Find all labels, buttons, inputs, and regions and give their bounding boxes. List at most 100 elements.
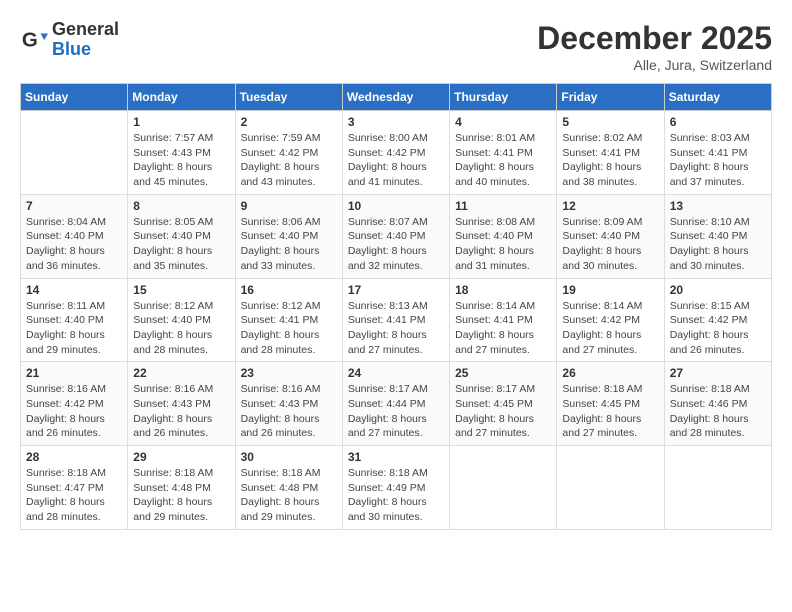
calendar-cell: 4 Sunrise: 8:01 AMSunset: 4:41 PMDayligh… (450, 111, 557, 195)
calendar-cell: 15 Sunrise: 8:12 AMSunset: 4:40 PMDaylig… (128, 278, 235, 362)
day-info: Sunrise: 8:18 AMSunset: 4:49 PMDaylight:… (348, 466, 444, 525)
day-number: 28 (26, 450, 122, 464)
calendar-cell: 13 Sunrise: 8:10 AMSunset: 4:40 PMDaylig… (664, 194, 771, 278)
day-info: Sunrise: 8:17 AMSunset: 4:45 PMDaylight:… (455, 382, 551, 441)
day-number: 17 (348, 283, 444, 297)
title-area: December 2025 Alle, Jura, Switzerland (537, 20, 772, 73)
day-number: 11 (455, 199, 551, 213)
day-info: Sunrise: 8:12 AMSunset: 4:40 PMDaylight:… (133, 299, 229, 358)
day-info: Sunrise: 8:16 AMSunset: 4:42 PMDaylight:… (26, 382, 122, 441)
day-info: Sunrise: 8:01 AMSunset: 4:41 PMDaylight:… (455, 131, 551, 190)
weekday-header: Tuesday (235, 84, 342, 111)
calendar-week-row: 14 Sunrise: 8:11 AMSunset: 4:40 PMDaylig… (21, 278, 772, 362)
day-number: 19 (562, 283, 658, 297)
calendar-cell: 8 Sunrise: 8:05 AMSunset: 4:40 PMDayligh… (128, 194, 235, 278)
day-number: 1 (133, 115, 229, 129)
calendar-cell: 23 Sunrise: 8:16 AMSunset: 4:43 PMDaylig… (235, 362, 342, 446)
day-number: 29 (133, 450, 229, 464)
calendar-cell: 31 Sunrise: 8:18 AMSunset: 4:49 PMDaylig… (342, 446, 449, 530)
day-number: 26 (562, 366, 658, 380)
calendar-cell: 22 Sunrise: 8:16 AMSunset: 4:43 PMDaylig… (128, 362, 235, 446)
day-info: Sunrise: 8:05 AMSunset: 4:40 PMDaylight:… (133, 215, 229, 274)
day-number: 27 (670, 366, 766, 380)
calendar-cell: 21 Sunrise: 8:16 AMSunset: 4:42 PMDaylig… (21, 362, 128, 446)
logo-icon: G (20, 26, 48, 54)
day-info: Sunrise: 8:16 AMSunset: 4:43 PMDaylight:… (241, 382, 337, 441)
day-info: Sunrise: 8:06 AMSunset: 4:40 PMDaylight:… (241, 215, 337, 274)
calendar-week-row: 7 Sunrise: 8:04 AMSunset: 4:40 PMDayligh… (21, 194, 772, 278)
day-number: 6 (670, 115, 766, 129)
day-number: 16 (241, 283, 337, 297)
calendar-cell: 28 Sunrise: 8:18 AMSunset: 4:47 PMDaylig… (21, 446, 128, 530)
day-info: Sunrise: 7:57 AMSunset: 4:43 PMDaylight:… (133, 131, 229, 190)
weekday-header: Saturday (664, 84, 771, 111)
calendar-cell: 2 Sunrise: 7:59 AMSunset: 4:42 PMDayligh… (235, 111, 342, 195)
calendar-cell (21, 111, 128, 195)
calendar-cell (557, 446, 664, 530)
day-info: Sunrise: 8:16 AMSunset: 4:43 PMDaylight:… (133, 382, 229, 441)
calendar-week-row: 1 Sunrise: 7:57 AMSunset: 4:43 PMDayligh… (21, 111, 772, 195)
logo: G General Blue (20, 20, 119, 60)
day-info: Sunrise: 8:00 AMSunset: 4:42 PMDaylight:… (348, 131, 444, 190)
calendar-cell: 6 Sunrise: 8:03 AMSunset: 4:41 PMDayligh… (664, 111, 771, 195)
calendar-cell: 14 Sunrise: 8:11 AMSunset: 4:40 PMDaylig… (21, 278, 128, 362)
day-number: 3 (348, 115, 444, 129)
day-info: Sunrise: 8:02 AMSunset: 4:41 PMDaylight:… (562, 131, 658, 190)
day-number: 9 (241, 199, 337, 213)
day-number: 7 (26, 199, 122, 213)
day-info: Sunrise: 8:10 AMSunset: 4:40 PMDaylight:… (670, 215, 766, 274)
day-info: Sunrise: 8:13 AMSunset: 4:41 PMDaylight:… (348, 299, 444, 358)
calendar-cell: 27 Sunrise: 8:18 AMSunset: 4:46 PMDaylig… (664, 362, 771, 446)
calendar-cell: 9 Sunrise: 8:06 AMSunset: 4:40 PMDayligh… (235, 194, 342, 278)
day-info: Sunrise: 8:11 AMSunset: 4:40 PMDaylight:… (26, 299, 122, 358)
day-number: 13 (670, 199, 766, 213)
day-number: 8 (133, 199, 229, 213)
calendar-cell: 24 Sunrise: 8:17 AMSunset: 4:44 PMDaylig… (342, 362, 449, 446)
day-number: 18 (455, 283, 551, 297)
calendar-cell: 19 Sunrise: 8:14 AMSunset: 4:42 PMDaylig… (557, 278, 664, 362)
logo-text: General Blue (52, 20, 119, 60)
day-number: 25 (455, 366, 551, 380)
calendar-cell (450, 446, 557, 530)
location-text: Alle, Jura, Switzerland (537, 57, 772, 73)
day-number: 31 (348, 450, 444, 464)
day-number: 10 (348, 199, 444, 213)
svg-text:G: G (22, 28, 38, 51)
logo-general-text: General (52, 20, 119, 40)
weekday-header: Wednesday (342, 84, 449, 111)
logo-blue-text: Blue (52, 40, 119, 60)
calendar-week-row: 28 Sunrise: 8:18 AMSunset: 4:47 PMDaylig… (21, 446, 772, 530)
day-info: Sunrise: 8:18 AMSunset: 4:48 PMDaylight:… (133, 466, 229, 525)
calendar-cell: 20 Sunrise: 8:15 AMSunset: 4:42 PMDaylig… (664, 278, 771, 362)
calendar-cell: 16 Sunrise: 8:12 AMSunset: 4:41 PMDaylig… (235, 278, 342, 362)
day-number: 22 (133, 366, 229, 380)
day-number: 12 (562, 199, 658, 213)
calendar-week-row: 21 Sunrise: 8:16 AMSunset: 4:42 PMDaylig… (21, 362, 772, 446)
day-number: 30 (241, 450, 337, 464)
day-info: Sunrise: 8:14 AMSunset: 4:41 PMDaylight:… (455, 299, 551, 358)
weekday-header: Monday (128, 84, 235, 111)
day-number: 24 (348, 366, 444, 380)
day-info: Sunrise: 7:59 AMSunset: 4:42 PMDaylight:… (241, 131, 337, 190)
page-header: G General Blue December 2025 Alle, Jura,… (20, 20, 772, 73)
weekday-header: Sunday (21, 84, 128, 111)
calendar-cell: 10 Sunrise: 8:07 AMSunset: 4:40 PMDaylig… (342, 194, 449, 278)
day-number: 5 (562, 115, 658, 129)
calendar-cell: 29 Sunrise: 8:18 AMSunset: 4:48 PMDaylig… (128, 446, 235, 530)
calendar-cell: 11 Sunrise: 8:08 AMSunset: 4:40 PMDaylig… (450, 194, 557, 278)
weekday-header: Thursday (450, 84, 557, 111)
day-info: Sunrise: 8:12 AMSunset: 4:41 PMDaylight:… (241, 299, 337, 358)
day-number: 23 (241, 366, 337, 380)
calendar-cell: 5 Sunrise: 8:02 AMSunset: 4:41 PMDayligh… (557, 111, 664, 195)
day-info: Sunrise: 8:04 AMSunset: 4:40 PMDaylight:… (26, 215, 122, 274)
calendar-cell: 25 Sunrise: 8:17 AMSunset: 4:45 PMDaylig… (450, 362, 557, 446)
day-number: 20 (670, 283, 766, 297)
day-info: Sunrise: 8:03 AMSunset: 4:41 PMDaylight:… (670, 131, 766, 190)
calendar-cell: 30 Sunrise: 8:18 AMSunset: 4:48 PMDaylig… (235, 446, 342, 530)
calendar-cell: 17 Sunrise: 8:13 AMSunset: 4:41 PMDaylig… (342, 278, 449, 362)
day-number: 2 (241, 115, 337, 129)
day-info: Sunrise: 8:18 AMSunset: 4:45 PMDaylight:… (562, 382, 658, 441)
calendar-cell: 12 Sunrise: 8:09 AMSunset: 4:40 PMDaylig… (557, 194, 664, 278)
day-info: Sunrise: 8:08 AMSunset: 4:40 PMDaylight:… (455, 215, 551, 274)
weekday-header: Friday (557, 84, 664, 111)
